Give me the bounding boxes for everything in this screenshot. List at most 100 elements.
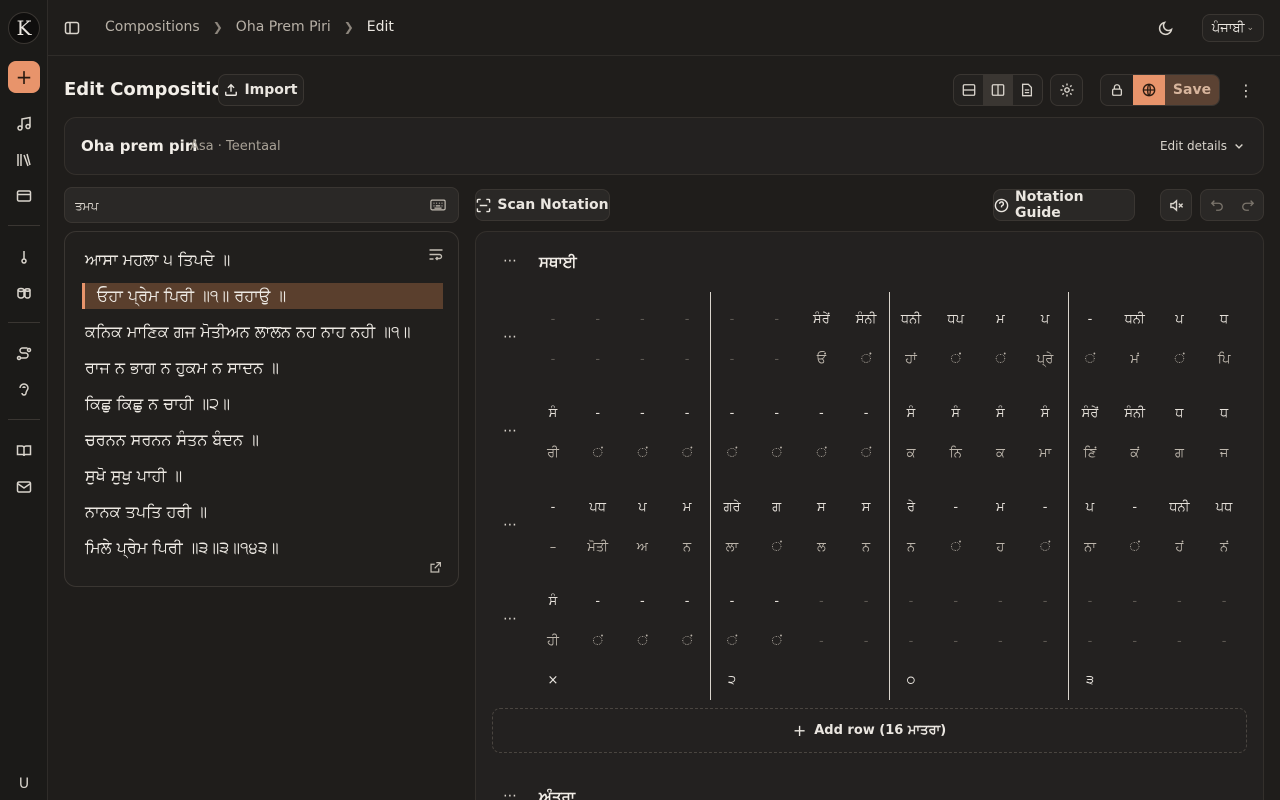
notation-guide-button[interactable]: Notation Guide bbox=[993, 189, 1135, 221]
lyric-cell[interactable]: ਣਿਂ bbox=[1068, 446, 1112, 461]
swar-cell[interactable]: - bbox=[1068, 594, 1112, 609]
swar-cell[interactable]: ਸੰ bbox=[978, 406, 1022, 421]
lyric-cell[interactable]: ਗ bbox=[1157, 446, 1201, 461]
lyric-cell[interactable]: ਓਂਂ bbox=[799, 352, 843, 367]
swar-cell[interactable]: - bbox=[710, 594, 754, 609]
lyric-cell[interactable]: - bbox=[889, 634, 933, 649]
lyric-line-selected[interactable]: ਓਹਾ ਪ੍ਰੇਮ ਪਿਰੀ ॥੧॥ ਰਹਾਉ ॥ bbox=[82, 283, 443, 309]
lyric-cell[interactable]: ਂ bbox=[620, 446, 664, 461]
lyric-cell[interactable]: - bbox=[1023, 634, 1067, 649]
mail-icon[interactable] bbox=[12, 475, 36, 499]
lyric-cell[interactable]: ਮਾ bbox=[1023, 446, 1067, 461]
lyric-line[interactable]: ਮਿਲੇ ਪ੍ਰੇਮ ਪਿਰੀ ॥੩॥੩॥੧੪੩॥ bbox=[85, 535, 445, 561]
swar-cell[interactable]: - bbox=[531, 312, 575, 327]
lyric-cell[interactable]: ਨ bbox=[844, 540, 888, 555]
lyric-cell[interactable]: ਂ bbox=[934, 540, 978, 555]
lyric-cell[interactable]: ਂਂ bbox=[844, 352, 888, 367]
lyric-cell[interactable]: ਕ bbox=[978, 446, 1022, 461]
lyric-line[interactable]: ਚਰਨਨ ਸਰਨਨ ਸੰਤਨ ਬੰਦਨ ॥ bbox=[85, 427, 445, 453]
swar-cell[interactable]: - bbox=[755, 594, 799, 609]
swar-cell[interactable]: - bbox=[710, 312, 754, 327]
lyric-cell[interactable]: ਅ bbox=[620, 540, 664, 555]
lyric-cell[interactable]: ਲ bbox=[799, 540, 843, 555]
lyric-cell[interactable]: ਂ bbox=[710, 634, 754, 649]
lyric-cell[interactable]: ਹਾਂ bbox=[889, 352, 933, 367]
swar-cell[interactable]: ਪਧ bbox=[576, 500, 620, 515]
lyric-line[interactable]: ਸੁਖੋ ਸੁਖੁ ਪਾਹੀ ॥ bbox=[85, 463, 445, 489]
swar-cell[interactable]: ਧ bbox=[1202, 312, 1246, 327]
import-button[interactable]: Import bbox=[218, 74, 304, 106]
lyric-cell[interactable]: - bbox=[799, 634, 843, 649]
swar-cell[interactable]: - bbox=[844, 406, 888, 421]
document-icon[interactable] bbox=[1013, 75, 1042, 105]
swar-cell[interactable]: - bbox=[799, 594, 843, 609]
lyric-cell[interactable]: ਕਂ bbox=[1113, 446, 1157, 461]
settings-button[interactable] bbox=[1050, 74, 1083, 106]
swar-cell[interactable]: - bbox=[1113, 500, 1157, 515]
swar-cell[interactable]: - bbox=[799, 406, 843, 421]
lyric-cell[interactable]: ਮਂ bbox=[1113, 352, 1157, 367]
lyric-cell[interactable]: - bbox=[1202, 634, 1246, 649]
lyric-cell[interactable]: ਂ bbox=[1113, 540, 1157, 555]
search-input[interactable] bbox=[75, 196, 415, 216]
lyric-cell[interactable]: - bbox=[978, 634, 1022, 649]
lyric-cell[interactable]: ਜ bbox=[1202, 446, 1246, 461]
lyric-cell[interactable]: ਂਂ bbox=[934, 352, 978, 367]
external-link-icon[interactable] bbox=[429, 561, 442, 574]
more-options-icon[interactable]: ⋮ bbox=[1236, 80, 1256, 100]
swar-cell[interactable]: ਰੇ bbox=[889, 500, 933, 515]
swar-cell[interactable]: - bbox=[1068, 312, 1112, 327]
breadcrumb-composition[interactable]: Oha Prem Piri bbox=[236, 19, 331, 35]
swar-cell[interactable]: - bbox=[620, 406, 664, 421]
lyric-cell[interactable]: - bbox=[1113, 634, 1157, 649]
lyric-cell[interactable]: ਂ bbox=[665, 634, 709, 649]
lyric-cell[interactable]: ਨ bbox=[889, 540, 933, 555]
tabla-icon[interactable] bbox=[12, 281, 36, 305]
lyric-cell[interactable]: ਂ bbox=[799, 446, 843, 461]
lyric-cell[interactable]: ਨਿ bbox=[934, 446, 978, 461]
section-menu-icon[interactable]: ⋯ bbox=[503, 788, 518, 800]
swar-cell[interactable]: - bbox=[576, 594, 620, 609]
swar-cell[interactable]: ਧਨੀ bbox=[1113, 312, 1157, 327]
redo-icon[interactable] bbox=[1241, 198, 1255, 212]
row-menu-icon[interactable]: ⋯ bbox=[503, 517, 518, 533]
lyric-cell[interactable]: ਪ੍ਰੇ bbox=[1023, 352, 1067, 367]
swar-cell[interactable]: ਸੰਰੇਂ bbox=[1068, 406, 1112, 421]
lyric-cell[interactable]: ਪਿ bbox=[1202, 352, 1246, 367]
lyric-cell[interactable]: - bbox=[1157, 634, 1201, 649]
undo-icon[interactable] bbox=[1210, 198, 1224, 212]
row-menu-icon[interactable]: ⋯ bbox=[503, 423, 518, 439]
layout-columns-icon[interactable] bbox=[983, 75, 1013, 105]
row-menu-icon[interactable]: ⋯ bbox=[503, 329, 518, 345]
lyric-cell[interactable]: ਨ bbox=[665, 540, 709, 555]
swar-cell[interactable]: ਸ bbox=[844, 500, 888, 515]
swar-cell[interactable]: ਧ bbox=[1202, 406, 1246, 421]
lyric-cell[interactable]: - bbox=[755, 352, 799, 367]
thermometer-icon[interactable] bbox=[12, 245, 36, 269]
lyric-line[interactable]: ਕਿਛੁ ਕਿਛੁ ਨ ਚਾਹੀ ॥੨॥ bbox=[85, 391, 445, 417]
breadcrumb-compositions[interactable]: Compositions bbox=[105, 19, 200, 35]
swar-cell[interactable]: ਪਧ bbox=[1202, 500, 1246, 515]
lyric-cell[interactable]: ਂ bbox=[1068, 352, 1112, 367]
swar-cell[interactable]: ਪ bbox=[620, 500, 664, 515]
swar-cell[interactable]: - bbox=[665, 312, 709, 327]
swar-cell[interactable]: ਪ bbox=[1023, 312, 1067, 327]
swar-cell[interactable]: - bbox=[665, 594, 709, 609]
lyric-cell[interactable]: - bbox=[710, 352, 754, 367]
row-menu-icon[interactable]: ⋯ bbox=[503, 611, 518, 627]
lyric-cell[interactable]: - bbox=[844, 634, 888, 649]
swar-cell[interactable]: - bbox=[710, 406, 754, 421]
swar-cell[interactable]: - bbox=[978, 594, 1022, 609]
swar-cell[interactable]: ਪ bbox=[1068, 500, 1112, 515]
swar-cell[interactable]: ਧ bbox=[1157, 406, 1201, 421]
lyric-cell[interactable]: - bbox=[620, 352, 664, 367]
swar-cell[interactable]: ਮ bbox=[978, 312, 1022, 327]
swar-cell[interactable]: ਧਨੀ bbox=[1157, 500, 1201, 515]
swar-cell[interactable]: ਗਰੇ bbox=[710, 500, 754, 515]
lyric-cell[interactable]: - bbox=[934, 634, 978, 649]
lyric-cell[interactable]: - bbox=[576, 352, 620, 367]
lyric-cell[interactable]: ਲਾ bbox=[710, 540, 754, 555]
swar-cell[interactable]: ਸੰ bbox=[934, 406, 978, 421]
card-icon[interactable] bbox=[12, 184, 36, 208]
lyric-cell[interactable]: - bbox=[1068, 634, 1112, 649]
